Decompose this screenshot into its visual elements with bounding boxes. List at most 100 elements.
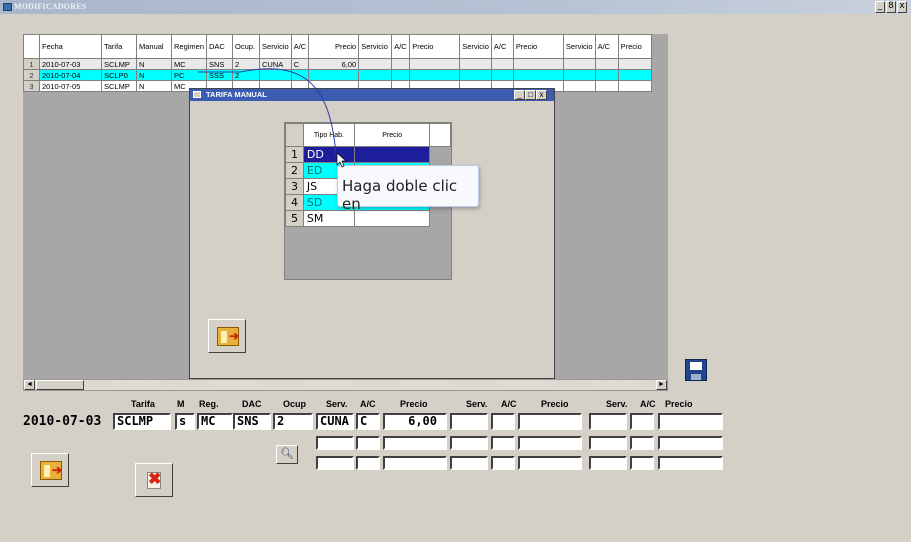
col-header[interactable]: A/C bbox=[290, 34, 310, 59]
exit-button[interactable]: ➔ bbox=[31, 453, 69, 487]
ac1-field[interactable]: C bbox=[356, 413, 380, 430]
table-row[interactable]: 1 2010-07-03 SCLMP N MC SNS 2 CUNA C 6,0… bbox=[23, 58, 652, 70]
cell-precio[interactable] bbox=[353, 146, 431, 163]
serv-field[interactable] bbox=[589, 456, 627, 470]
manual-field[interactable]: s bbox=[175, 413, 195, 430]
room-row[interactable]: 5 SM bbox=[285, 210, 451, 227]
minimize-button[interactable]: _ bbox=[875, 1, 885, 13]
cell-tarifa[interactable]: SCLMP bbox=[101, 80, 137, 92]
ac2-field[interactable] bbox=[491, 413, 515, 430]
serv-field[interactable] bbox=[316, 436, 354, 450]
cell-manual[interactable]: N bbox=[136, 80, 172, 92]
cell-tipo[interactable]: DD bbox=[302, 146, 356, 163]
serv-field[interactable] bbox=[589, 436, 627, 450]
ac-field[interactable] bbox=[491, 456, 515, 470]
col-header[interactable]: Precio bbox=[409, 34, 461, 59]
precio1-field[interactable]: 6,00 bbox=[383, 413, 447, 430]
col-header[interactable]: A/C bbox=[594, 34, 619, 59]
restore-button[interactable]: 8 bbox=[886, 1, 896, 13]
tarifa-field[interactable]: SCLMP bbox=[113, 413, 171, 430]
serv-field[interactable] bbox=[316, 456, 354, 470]
col-header[interactable]: Servicio bbox=[259, 34, 292, 59]
row-number: 1 bbox=[23, 58, 40, 70]
serv-field[interactable] bbox=[450, 436, 488, 450]
close-button[interactable]: x bbox=[897, 1, 907, 13]
ac-field[interactable] bbox=[630, 456, 654, 470]
dialog-titlebar[interactable]: TARIFA MANUAL _ □ x bbox=[190, 89, 554, 101]
row-number: 3 bbox=[23, 80, 40, 92]
col-header[interactable]: Servicio bbox=[562, 34, 596, 59]
cell-regimen[interactable]: MC bbox=[170, 58, 208, 70]
scroll-right-icon[interactable]: ► bbox=[656, 380, 667, 390]
col-header[interactable]: A/C bbox=[490, 34, 514, 59]
cell-precio[interactable] bbox=[308, 69, 360, 81]
ac-field[interactable] bbox=[356, 456, 380, 470]
precio3-field[interactable] bbox=[658, 413, 723, 430]
precio-field[interactable] bbox=[383, 456, 447, 470]
col-header[interactable]: A/C bbox=[391, 34, 411, 59]
scroll-thumb[interactable] bbox=[36, 380, 84, 390]
cell-regimen[interactable]: PC bbox=[170, 69, 208, 81]
cell-servicio[interactable] bbox=[259, 69, 292, 81]
col-header-tipo[interactable]: Tipo Hab. bbox=[302, 123, 356, 147]
cell-ac[interactable]: C bbox=[290, 58, 310, 70]
dac-field[interactable]: SNS bbox=[233, 413, 271, 430]
serv3-field[interactable] bbox=[589, 413, 627, 430]
cell-fecha[interactable]: 2010-07-04 bbox=[39, 69, 102, 81]
label-ac: A/C bbox=[360, 399, 376, 409]
cell-servicio[interactable]: CUNA bbox=[259, 58, 292, 70]
col-header[interactable]: Regimen bbox=[170, 34, 208, 59]
cell-tarifa[interactable]: SCLMP bbox=[101, 58, 137, 70]
col-header[interactable]: Precio bbox=[308, 34, 360, 59]
precio-field[interactable] bbox=[383, 436, 447, 450]
cell-fecha[interactable]: 2010-07-03 bbox=[39, 58, 102, 70]
cell-tarifa[interactable]: SCLP0 bbox=[101, 69, 137, 81]
col-header[interactable]: Servicio bbox=[459, 34, 492, 59]
save-button[interactable] bbox=[683, 357, 709, 383]
ac3-field[interactable] bbox=[630, 413, 654, 430]
col-header[interactable]: DAC bbox=[206, 34, 234, 59]
search-button[interactable]: 🔍︎ bbox=[276, 445, 298, 464]
col-header-precio[interactable]: Precio bbox=[353, 123, 431, 147]
col-header[interactable]: Servicio bbox=[358, 34, 393, 59]
ac-field[interactable] bbox=[356, 436, 380, 450]
table-row-selected[interactable]: 2 2010-07-04 SCLP0 N PC SSS 2 bbox=[23, 69, 652, 81]
col-header[interactable]: Fecha bbox=[39, 34, 102, 59]
cell-precio[interactable]: 6,00 bbox=[308, 58, 360, 70]
col-header[interactable]: Precio bbox=[617, 34, 652, 59]
cell-ocup[interactable]: 2 bbox=[232, 58, 261, 70]
precio-field[interactable] bbox=[658, 456, 723, 470]
precio-field[interactable] bbox=[518, 436, 582, 450]
scroll-left-icon[interactable]: ◄ bbox=[24, 380, 35, 390]
dialog-close-button[interactable]: x bbox=[536, 90, 547, 100]
cell-manual[interactable]: N bbox=[136, 69, 172, 81]
col-header[interactable]: Precio bbox=[512, 34, 564, 59]
dialog-maximize-button[interactable]: □ bbox=[525, 90, 536, 100]
serv1-field[interactable]: CUNA bbox=[316, 413, 354, 430]
cell-fecha[interactable]: 2010-07-05 bbox=[39, 80, 102, 92]
cell-dac[interactable]: SSS bbox=[206, 69, 234, 81]
window-title: MODIFICADORES bbox=[14, 2, 87, 11]
serv-field[interactable] bbox=[450, 456, 488, 470]
dialog-exit-button[interactable]: ➔ bbox=[208, 319, 246, 353]
col-header[interactable]: Tarifa bbox=[101, 34, 137, 59]
regimen-field[interactable]: MC bbox=[197, 413, 233, 430]
cell-ac[interactable] bbox=[290, 69, 310, 81]
dialog-minimize-button[interactable]: _ bbox=[514, 90, 525, 100]
horizontal-scrollbar[interactable]: ◄ ► bbox=[23, 379, 668, 391]
serv2-field[interactable] bbox=[450, 413, 488, 430]
ac-field[interactable] bbox=[491, 436, 515, 450]
precio2-field[interactable] bbox=[518, 413, 582, 430]
ocup-field[interactable]: 2 bbox=[273, 413, 313, 430]
precio-field[interactable] bbox=[518, 456, 582, 470]
delete-button[interactable]: ✖ bbox=[135, 463, 173, 497]
room-row-selected[interactable]: 1 DD bbox=[285, 146, 451, 163]
col-header[interactable]: Manual bbox=[136, 34, 172, 59]
col-header[interactable]: Ocup. bbox=[232, 34, 261, 59]
precio-field[interactable] bbox=[658, 436, 723, 450]
cell-manual[interactable]: N bbox=[136, 58, 172, 70]
cell-ocup[interactable]: 2 bbox=[232, 69, 261, 81]
cell-precio[interactable] bbox=[353, 210, 431, 227]
ac-field[interactable] bbox=[630, 436, 654, 450]
cell-dac[interactable]: SNS bbox=[206, 58, 234, 70]
